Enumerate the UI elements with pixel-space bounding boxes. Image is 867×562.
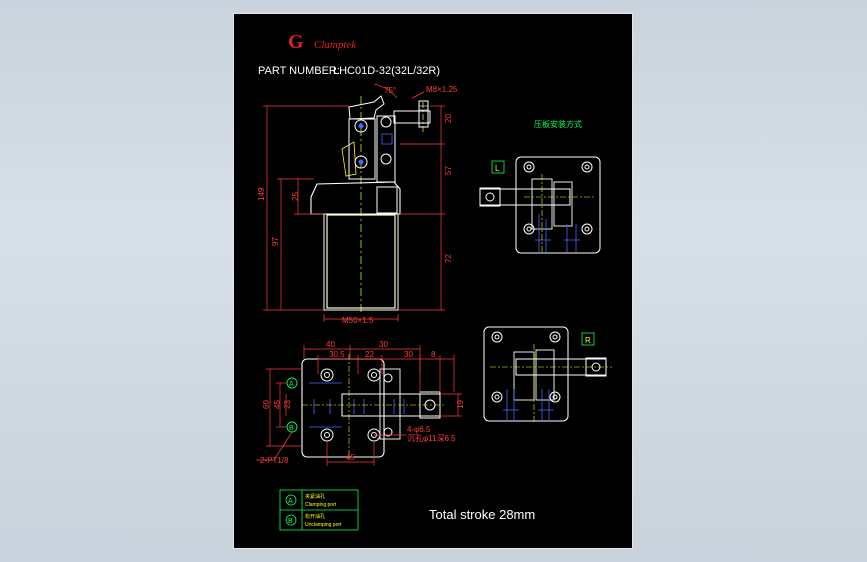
legend-table: A 夹紧油孔 Clamping port B 松开油孔 Unclamping p…	[279, 489, 359, 531]
variant-l-stud-hole	[485, 192, 495, 202]
variant-l-label: L	[495, 164, 500, 173]
dim-45: 45	[273, 400, 282, 409]
pivot-lower-pin	[358, 159, 364, 165]
side-dimension-lines	[263, 83, 445, 322]
support-pivot-bottom	[380, 153, 392, 165]
support-pivot-top	[380, 116, 392, 128]
dim-30: 30	[404, 350, 413, 359]
thread-bottom-label: M50×1.5	[342, 316, 374, 325]
dim-total-height: 149	[257, 187, 266, 201]
side-view: 149 97 25 20 57 72 M8×1.25 75° M50×1.5	[257, 83, 458, 325]
technical-drawing: G Clamptek PART NUMBER: LHC01D-32(32L/32…	[256, 31, 612, 531]
top-hole-2	[367, 368, 381, 382]
variant-r-hole-4	[549, 391, 561, 403]
legend-b-cn: 松开油孔	[305, 513, 325, 520]
legend-a-cn: 夹紧油孔	[305, 493, 325, 500]
dim-30-5: 30.5	[329, 350, 345, 359]
legend-a-en: Clamping port	[305, 502, 337, 508]
variant-r-hidden	[503, 389, 554, 421]
variant-l-stud	[479, 187, 501, 207]
dim-bottom-45: 45	[346, 453, 355, 462]
pivot-upper-pin	[358, 123, 364, 129]
variant-l-hole-2	[581, 161, 593, 173]
clamp-stud-arm	[393, 110, 431, 124]
dim-body-height: 97	[271, 237, 280, 246]
dim-23: 23	[283, 400, 292, 409]
top-hole-3	[320, 428, 334, 442]
variant-r-hole-1	[491, 331, 503, 343]
dim-8: 8	[431, 350, 436, 359]
part-number: PART NUMBER: LHC01D-32(32L/32R)	[258, 65, 440, 77]
dim-top-40: 40	[326, 340, 335, 349]
port-a-letter: A	[289, 381, 294, 388]
legend-a-letter: A	[288, 498, 293, 505]
support-link	[376, 115, 396, 183]
top-link-pin-1	[383, 373, 393, 383]
dim-22: 22	[365, 350, 374, 359]
legend-b-en: Unclamping port	[305, 522, 342, 528]
dim-flange: 25	[291, 192, 300, 201]
port-note: 2-PT1/8	[260, 456, 289, 465]
variant-l-view: L	[479, 156, 601, 254]
variant-l-hole-1	[523, 161, 535, 173]
part-number-value: LHC01D-32(32L/32R)	[333, 65, 440, 77]
dim-mid: 57	[444, 166, 453, 175]
variant-r-view: R	[483, 326, 612, 422]
brand-name: Clamptek	[314, 39, 357, 51]
dim-19: 19	[456, 400, 465, 409]
port-b-letter: B	[289, 425, 294, 432]
stroke-label: Total stroke 28mm	[429, 507, 535, 522]
variant-r-hole-3	[491, 391, 503, 403]
dim-upper: 20	[444, 114, 453, 123]
dim-lower: 72	[444, 254, 453, 263]
variant-r-label: R	[585, 336, 591, 345]
thread-top-label: M8×1.25	[426, 85, 458, 94]
dim-top-30: 30	[379, 340, 388, 349]
part-number-label: PART NUMBER:	[258, 65, 340, 77]
variant-l-hole-4	[581, 223, 593, 235]
brand-logo: G Clamptek	[288, 31, 357, 53]
hole-note-1: 4-φ6.5	[407, 425, 431, 434]
top-hole-1	[320, 368, 334, 382]
logo-mark-icon: G	[288, 31, 304, 53]
hole-note-2: 沉孔φ11深6.5	[407, 434, 456, 443]
flange-block	[376, 186, 398, 214]
variant-r-plate	[483, 326, 569, 422]
mount-note: 压板安装方式	[534, 119, 582, 129]
dim-60: 60	[262, 400, 271, 409]
hidden-slot	[381, 133, 393, 145]
top-view: A B 40 30 30.5 22 30 8 60 45 23 19 45 4-…	[256, 340, 465, 466]
drawing-sheet: G Clamptek PART NUMBER: LHC01D-32(32L/32…	[233, 13, 633, 549]
legend-b-letter: B	[288, 518, 293, 525]
angle-label: 75°	[384, 86, 396, 95]
variant-r-hole-2	[549, 331, 561, 343]
